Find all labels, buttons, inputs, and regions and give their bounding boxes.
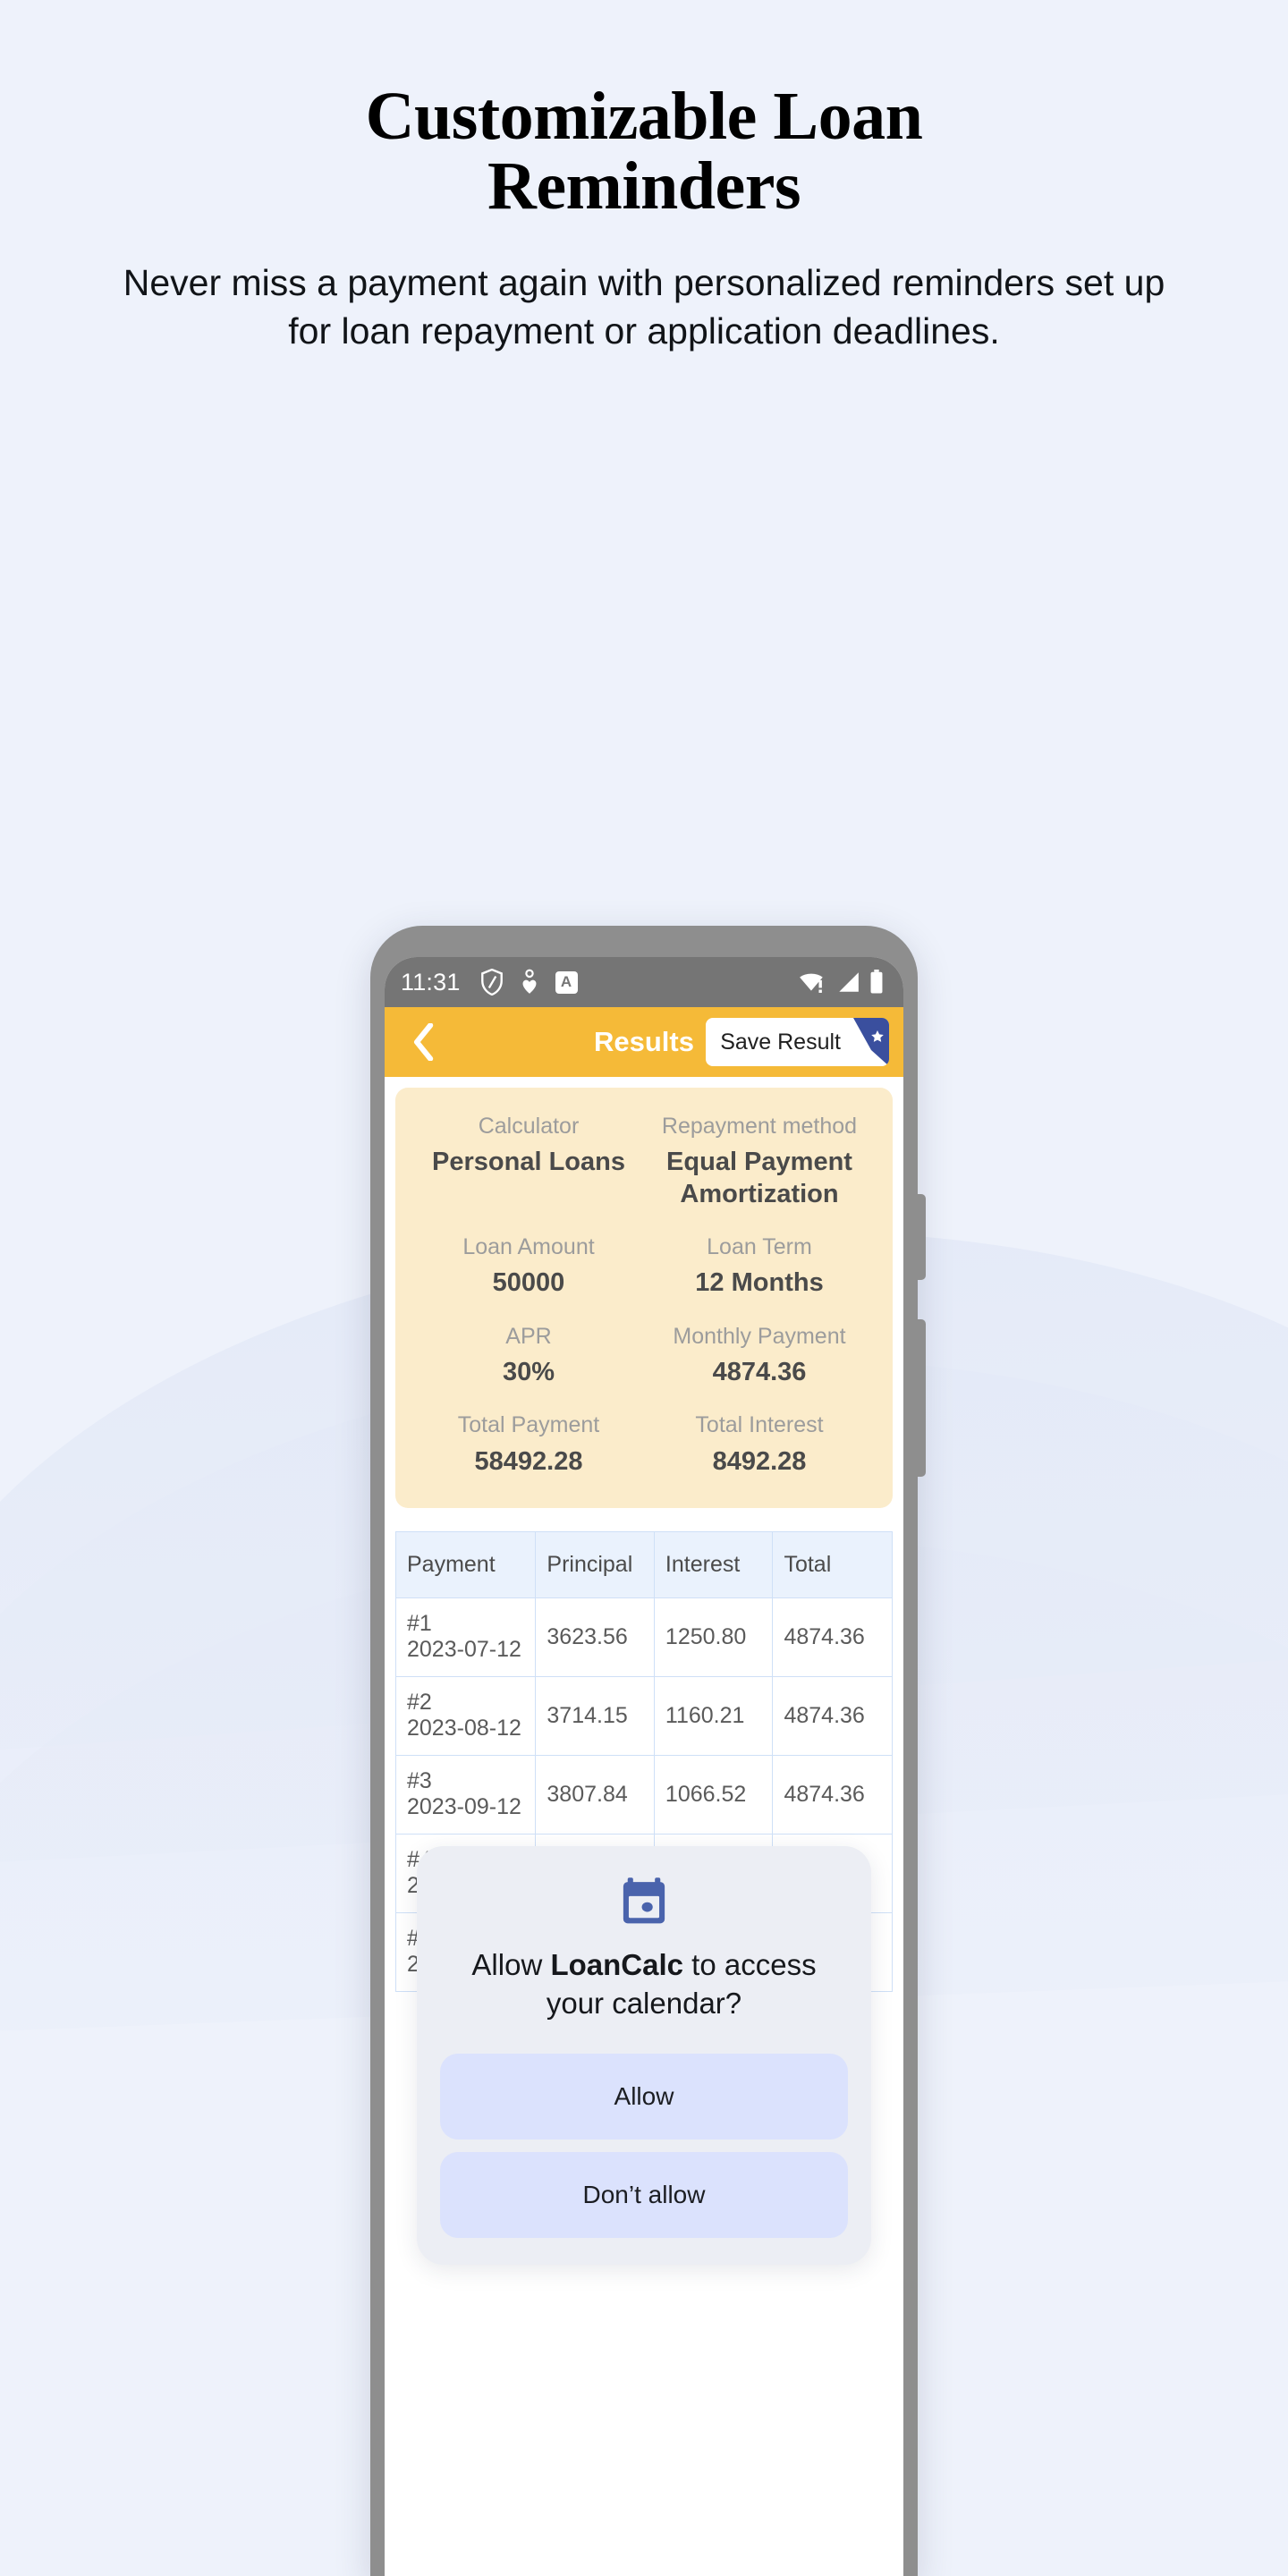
- wifi-alert-icon: [800, 973, 823, 993]
- result-value: Personal Loans: [432, 1148, 625, 1177]
- phone-screen: 11:31 A Results Save Result Calculator P…: [385, 957, 903, 2576]
- result-value: 50000: [492, 1268, 565, 1298]
- payment-number: #1: [407, 1611, 432, 1637]
- result-value: 12 Months: [695, 1268, 824, 1298]
- table-cell-interest: 1160.21: [654, 1676, 774, 1756]
- promo-title: Customizable Loan Reminders: [86, 79, 1202, 224]
- result-label: Total Payment: [457, 1412, 600, 1438]
- table-row: #2 2023-08-12 3714.15 1160.21 4874.36: [396, 1676, 892, 1756]
- result-value: 4874.36: [712, 1357, 807, 1386]
- table-cell-total: 4874.36: [773, 1756, 892, 1835]
- table-cell-interest: 1250.80: [654, 1597, 774, 1677]
- table-cell-payment: #3 2023-09-12: [396, 1755, 537, 1835]
- result-field-total-interest: Total Interest 8492.28: [644, 1411, 875, 1478]
- battery-icon: [870, 970, 883, 994]
- result-value: 30%: [502, 1357, 555, 1386]
- payment-number: #3: [407, 1768, 432, 1794]
- payment-date: 2023-09-12: [407, 1794, 521, 1820]
- permission-app-name: LoanCalc: [550, 1948, 683, 1981]
- permission-message: Allow LoanCalc to access your calendar?: [440, 1946, 848, 2023]
- results-grid: Calculator Personal Loans Repayment meth…: [413, 1113, 875, 1478]
- results-scroll-body[interactable]: Calculator Personal Loans Repayment meth…: [385, 1088, 903, 2576]
- payment-number: #2: [407, 1690, 432, 1716]
- flag-star-icon: [853, 1018, 889, 1066]
- status-bar-right-icons: [798, 970, 884, 995]
- promo-title-line-1: Customizable Loan: [365, 79, 923, 154]
- table-header-cell: Interest: [654, 1531, 774, 1598]
- promo-title-line-2: Reminders: [487, 148, 801, 224]
- payment-date: 2023-07-12: [407, 1637, 521, 1663]
- allow-button[interactable]: Allow: [440, 2053, 848, 2140]
- table-cell-principal: 3807.84: [536, 1755, 655, 1835]
- results-summary-card: Calculator Personal Loans Repayment meth…: [395, 1088, 893, 1508]
- result-value: Equal Payment Amortization: [666, 1148, 852, 1208]
- result-field-loan-term: Loan Term 12 Months: [644, 1233, 875, 1300]
- table-cell-payment: #1 2023-07-12: [396, 1597, 537, 1677]
- result-label: Total Interest: [695, 1412, 824, 1438]
- result-field-loan-amount: Loan Amount 50000: [413, 1233, 644, 1300]
- permission-message-prefix: Allow: [471, 1948, 551, 1981]
- result-field-monthly-payment: Monthly Payment 4874.36: [644, 1323, 875, 1389]
- table-cell-interest: 1066.52: [654, 1755, 774, 1835]
- table-cell-principal: 3714.15: [536, 1676, 655, 1756]
- permission-actions: Allow Don’t allow: [440, 2053, 848, 2238]
- phone-volume-button[interactable]: [917, 1194, 926, 1280]
- save-result-label: Save Result: [720, 1029, 841, 1055]
- result-label: Loan Amount: [462, 1234, 595, 1259]
- result-field-apr: APR 30%: [413, 1323, 644, 1389]
- table-header-row: Payment Principal Interest Total: [396, 1531, 892, 1598]
- back-button[interactable]: [399, 1018, 447, 1066]
- save-result-button[interactable]: Save Result: [706, 1018, 889, 1066]
- status-bar-left-icons: A: [480, 969, 578, 996]
- table-header-cell: Total: [773, 1531, 892, 1598]
- result-label: Calculator: [478, 1114, 580, 1139]
- table-cell-total: 4874.36: [773, 1677, 892, 1756]
- status-bar-time: 11:31: [401, 968, 461, 996]
- table-cell-principal: 3623.56: [536, 1597, 655, 1677]
- phone-power-button[interactable]: [917, 1319, 926, 1477]
- payment-date: 2023-08-12: [407, 1716, 521, 1741]
- result-value: 8492.28: [712, 1446, 807, 1476]
- calendar-permission-dialog: Allow LoanCalc to access your calendar? …: [417, 1846, 871, 2265]
- table-row: #1 2023-07-12 3623.56 1250.80 4874.36: [396, 1597, 892, 1677]
- result-field-total-payment: Total Payment 58492.28: [413, 1411, 644, 1478]
- cell-signal-icon: [839, 972, 859, 992]
- table-cell-total: 4874.36: [773, 1598, 892, 1677]
- phone-frame: 11:31 A Results Save Result Calculator P…: [370, 926, 926, 2576]
- status-bar: 11:31 A: [385, 957, 903, 1007]
- result-field-calculator: Calculator Personal Loans: [413, 1113, 644, 1210]
- result-label: Repayment method: [661, 1114, 858, 1139]
- promo-subtitle: Never miss a payment again with personal…: [123, 262, 1165, 352]
- dont-allow-button[interactable]: Don’t allow: [440, 2151, 848, 2238]
- heart-person-icon: [522, 969, 537, 994]
- result-label: APR: [505, 1323, 552, 1349]
- table-row: #3 2023-09-12 3807.84 1066.52 4874.36: [396, 1755, 892, 1835]
- shield-icon: [480, 969, 503, 996]
- result-label: Monthly Payment: [673, 1323, 846, 1349]
- table-cell-payment: #2 2023-08-12: [396, 1676, 537, 1756]
- promo-section: Customizable Loan Reminders Never miss a…: [0, 0, 1288, 355]
- result-field-repayment-method: Repayment method Equal Payment Amortizat…: [644, 1113, 875, 1210]
- app-bar: Results Save Result: [385, 1007, 903, 1077]
- table-header-cell: Payment: [396, 1531, 537, 1598]
- chevron-left-icon: [413, 1023, 434, 1061]
- table-header-cell: Principal: [536, 1531, 655, 1598]
- permission-icon-wrap: [440, 1877, 848, 1927]
- result-label: Loan Term: [707, 1234, 812, 1259]
- calendar-icon: [623, 1877, 665, 1924]
- a-badge-icon: A: [555, 970, 578, 994]
- phone-mockup-stage: 11:31 A Results Save Result Calculator P…: [0, 926, 1288, 2576]
- result-value: 58492.28: [474, 1446, 583, 1476]
